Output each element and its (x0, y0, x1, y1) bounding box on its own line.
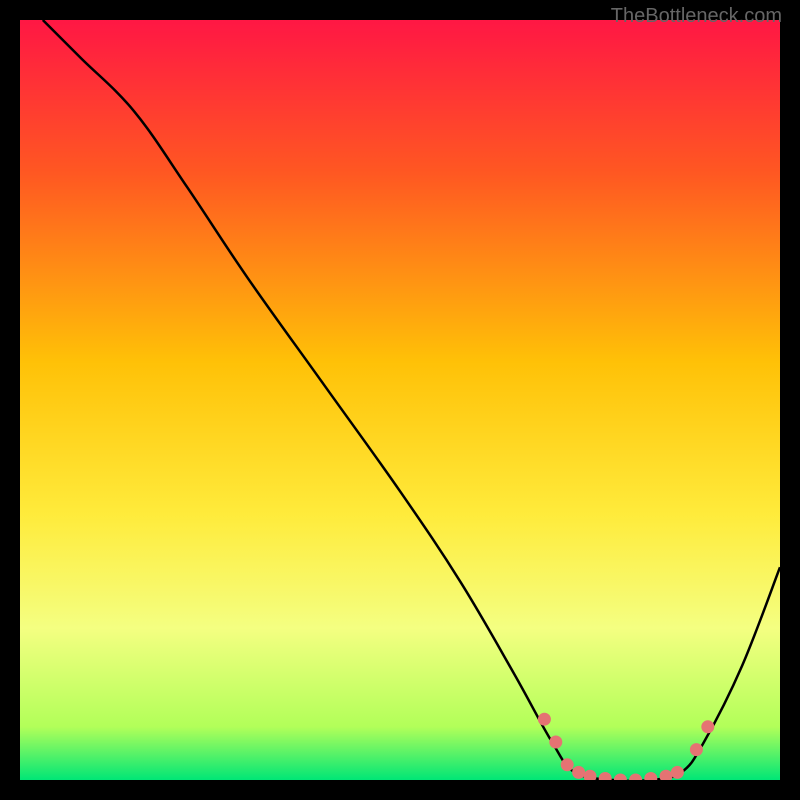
attribution-text: TheBottleneck.com (611, 5, 782, 28)
data-marker (690, 743, 703, 756)
chart-plot-area (20, 20, 780, 780)
data-marker (671, 766, 684, 779)
gradient-background (20, 20, 780, 780)
data-marker (572, 766, 585, 779)
data-marker (538, 713, 551, 726)
data-marker (561, 758, 574, 771)
chart-canvas (20, 20, 780, 780)
data-marker (549, 736, 562, 749)
data-marker (701, 720, 714, 733)
